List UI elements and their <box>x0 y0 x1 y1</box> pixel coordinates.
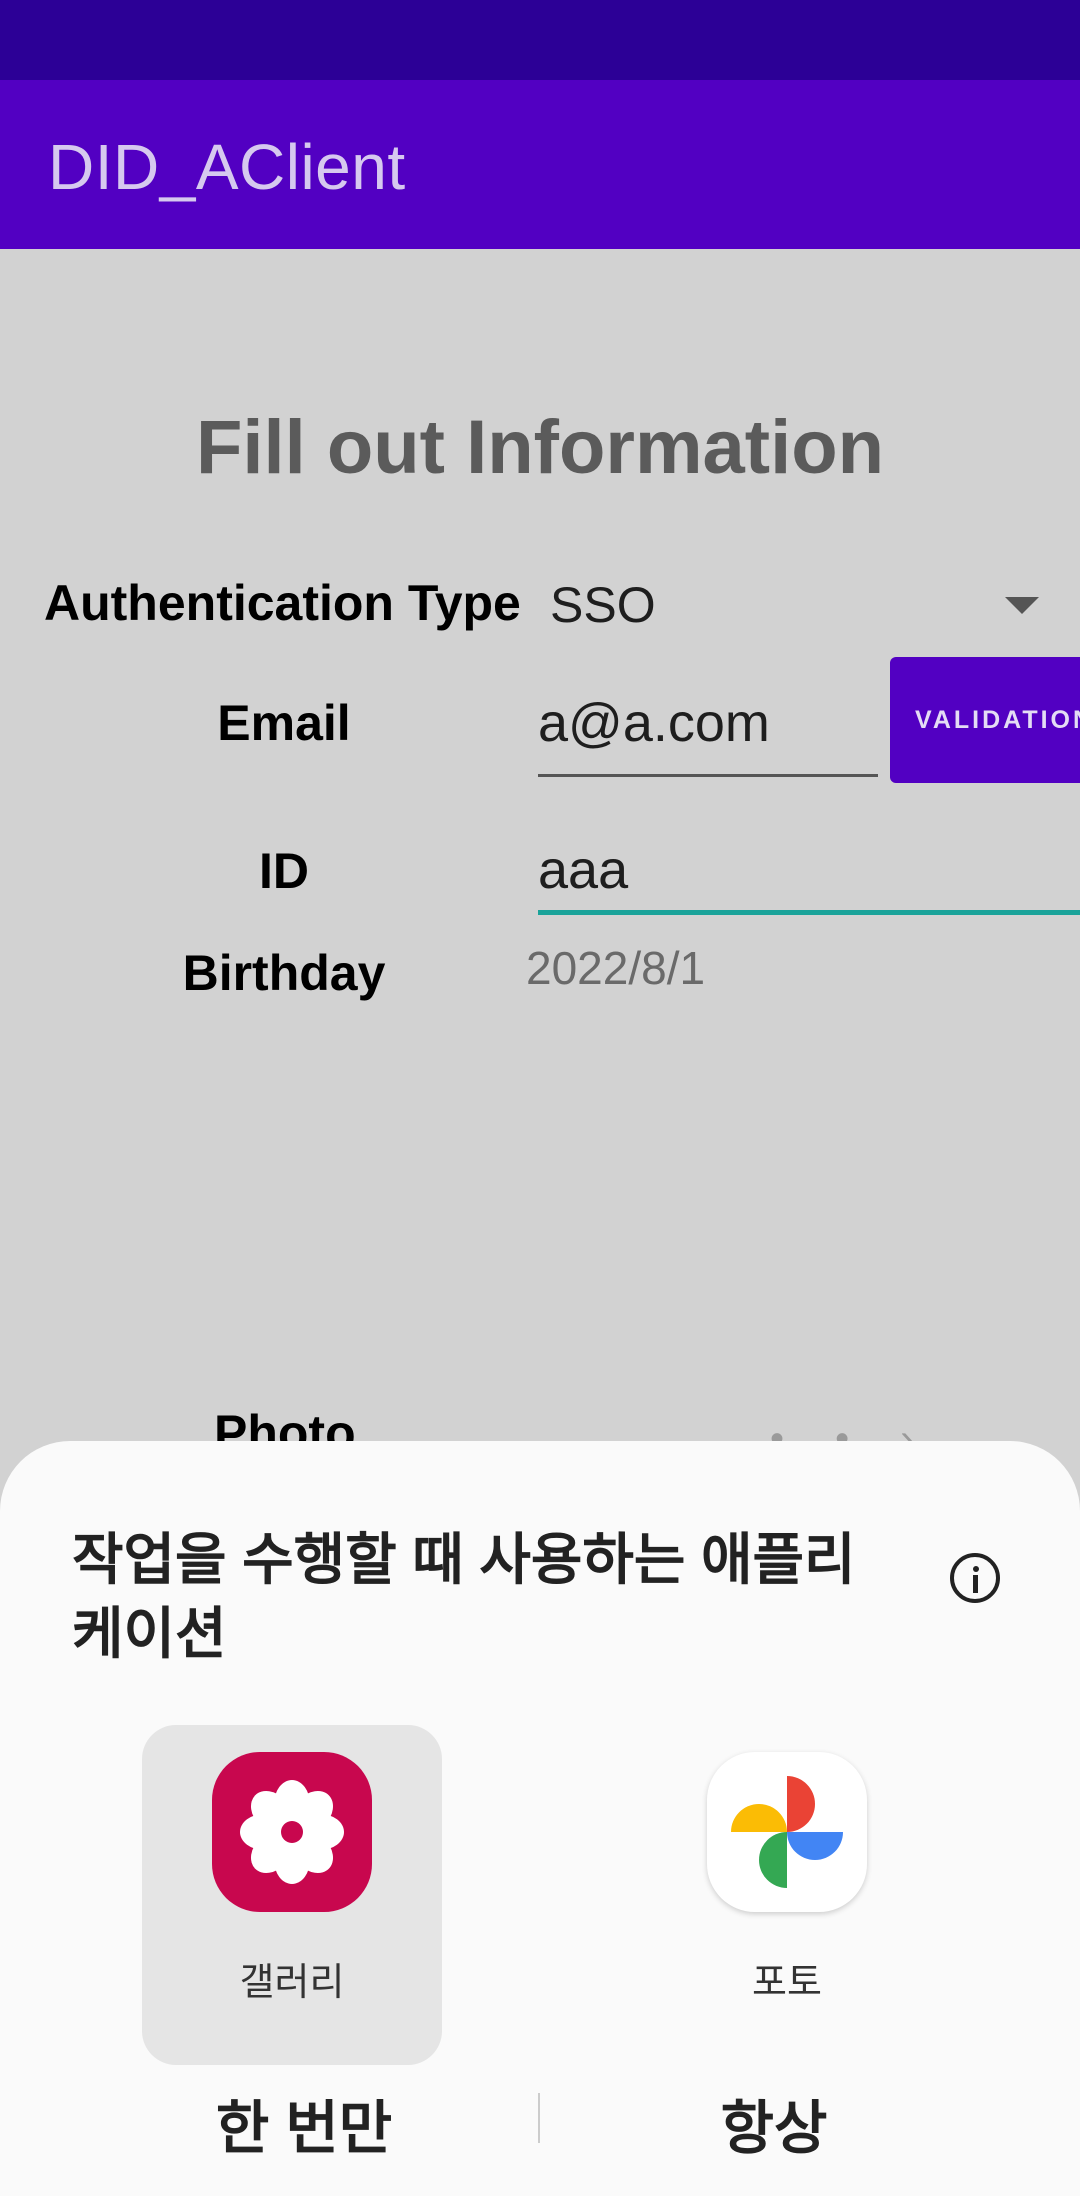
email-field[interactable]: a@a.com <box>538 692 770 754</box>
action-divider <box>538 2093 540 2143</box>
birthday-value[interactable]: 2022/8/1 <box>526 941 705 995</box>
validation-button-label: VALIDATION <box>915 706 1080 734</box>
app-bar: DID_AClient <box>0 80 1080 249</box>
gallery-icon <box>212 1752 372 1912</box>
always-button[interactable]: 항상 <box>574 2081 974 2165</box>
info-icon[interactable] <box>950 1553 1000 1603</box>
app-title: DID_AClient <box>48 131 406 203</box>
auth-type-label: Authentication Type <box>44 575 521 631</box>
app-option-gallery[interactable]: 갤러리 <box>142 1725 442 2065</box>
email-label: Email <box>217 695 351 751</box>
id-label: ID <box>259 843 309 899</box>
info-icon-bar <box>973 1575 978 1593</box>
gallery-flower-icon <box>240 1780 344 1884</box>
validation-button[interactable]: VALIDATION <box>890 657 1080 783</box>
sheet-title: 작업을 수행할 때 사용하는 애플리케이션 <box>72 1528 856 1665</box>
status-bar <box>0 0 1080 80</box>
form-title: Fill out Information <box>195 405 885 490</box>
email-underline <box>538 774 878 777</box>
app-option-photos[interactable]: 포토 <box>637 1725 937 2065</box>
google-photos-icon <box>707 1752 867 1912</box>
google-photos-pinwheel-icon <box>731 1776 843 1888</box>
birthday-label: Birthday <box>182 945 386 1001</box>
just-once-button[interactable]: 한 번만 <box>104 2081 504 2165</box>
id-field[interactable]: aaa <box>538 839 628 901</box>
info-icon-dot <box>973 1566 979 1572</box>
dropdown-arrow-icon[interactable] <box>1005 597 1039 614</box>
photos-label: 포토 <box>752 1962 822 2004</box>
id-underline <box>538 910 1080 915</box>
auth-type-dropdown[interactable]: SSO <box>550 576 656 634</box>
gallery-label: 갤러리 <box>239 1962 345 2004</box>
app-chooser-sheet: 작업을 수행할 때 사용하는 애플리케이션 갤러리 포토 한 번만 항상 <box>0 1441 1080 2196</box>
